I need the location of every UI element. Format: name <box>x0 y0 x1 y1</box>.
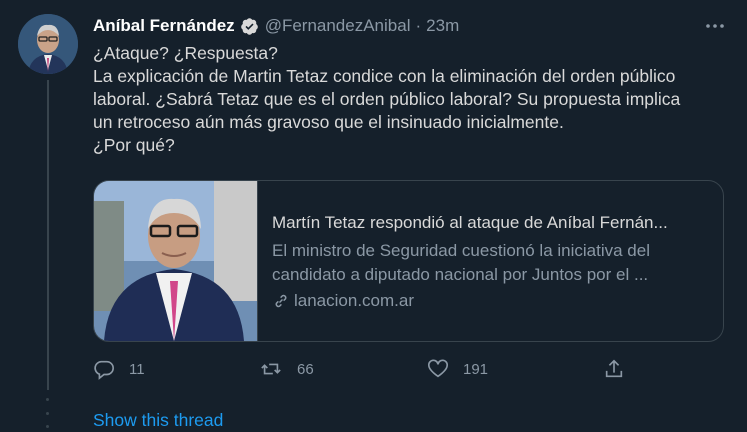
retweet-action[interactable]: 66 <box>259 358 314 380</box>
card-domain: lanacion.com.ar <box>294 291 415 310</box>
more-icon[interactable] <box>703 14 727 38</box>
author-handle[interactable]: @FernandezAnibal <box>265 16 411 36</box>
card-body: Martín Tetaz respondió al ataque de Aníb… <box>258 181 723 341</box>
share-action[interactable] <box>603 358 625 380</box>
thread-line <box>47 80 49 390</box>
tweet-text-line: La explicación de Martin Tetaz condice c… <box>93 66 676 86</box>
tweet-text-line: ¿Ataque? ¿Respuesta? <box>93 43 278 63</box>
author-avatar[interactable] <box>18 14 78 74</box>
card-description: El ministro de Seguridad cuestionó la in… <box>272 239 702 287</box>
card-title[interactable]: Martín Tetaz respondió al ataque de Aníb… <box>272 213 709 233</box>
verified-badge-icon <box>240 17 258 35</box>
like-icon[interactable] <box>427 358 449 380</box>
card-description-line: candidato a diputado nacional por Juntos… <box>272 265 649 284</box>
like-count: 191 <box>463 360 489 378</box>
card-description-line: El ministro de Seguridad cuestionó la in… <box>272 241 650 260</box>
tweet-text: ¿Ataque? ¿Respuesta? La explicación de M… <box>93 42 733 157</box>
share-icon[interactable] <box>603 358 625 380</box>
card-image <box>94 181 258 341</box>
tweet-header: Aníbal Fernández @FernandezAnibal · 23m <box>93 14 727 38</box>
tweet-time[interactable]: 23m <box>426 16 459 36</box>
reply-action[interactable]: 11 <box>93 358 145 380</box>
reply-count: 11 <box>129 360 145 378</box>
tweet-text-line: laboral. ¿Sabrá Tetaz que es el orden pú… <box>93 89 681 109</box>
retweet-icon[interactable] <box>259 358 283 380</box>
link-card[interactable]: Martín Tetaz respondió al ataque de Aníb… <box>93 180 724 342</box>
like-action[interactable]: 191 <box>427 358 488 380</box>
author-name[interactable]: Aníbal Fernández <box>93 16 235 36</box>
header-separator: · <box>415 16 422 35</box>
link-icon <box>275 294 287 308</box>
reply-icon[interactable] <box>93 358 115 380</box>
tweet-actions: 11 66 191 <box>93 358 633 384</box>
card-link[interactable]: lanacion.com.ar <box>272 291 709 311</box>
tweet-text-line: ¿Por qué? <box>93 135 175 155</box>
tweet-text-line: un retroceso aún más gravoso que el insi… <box>93 112 564 132</box>
show-thread-link[interactable]: Show this thread <box>93 410 223 431</box>
thread-dots <box>46 398 50 428</box>
retweet-count: 66 <box>297 360 314 378</box>
